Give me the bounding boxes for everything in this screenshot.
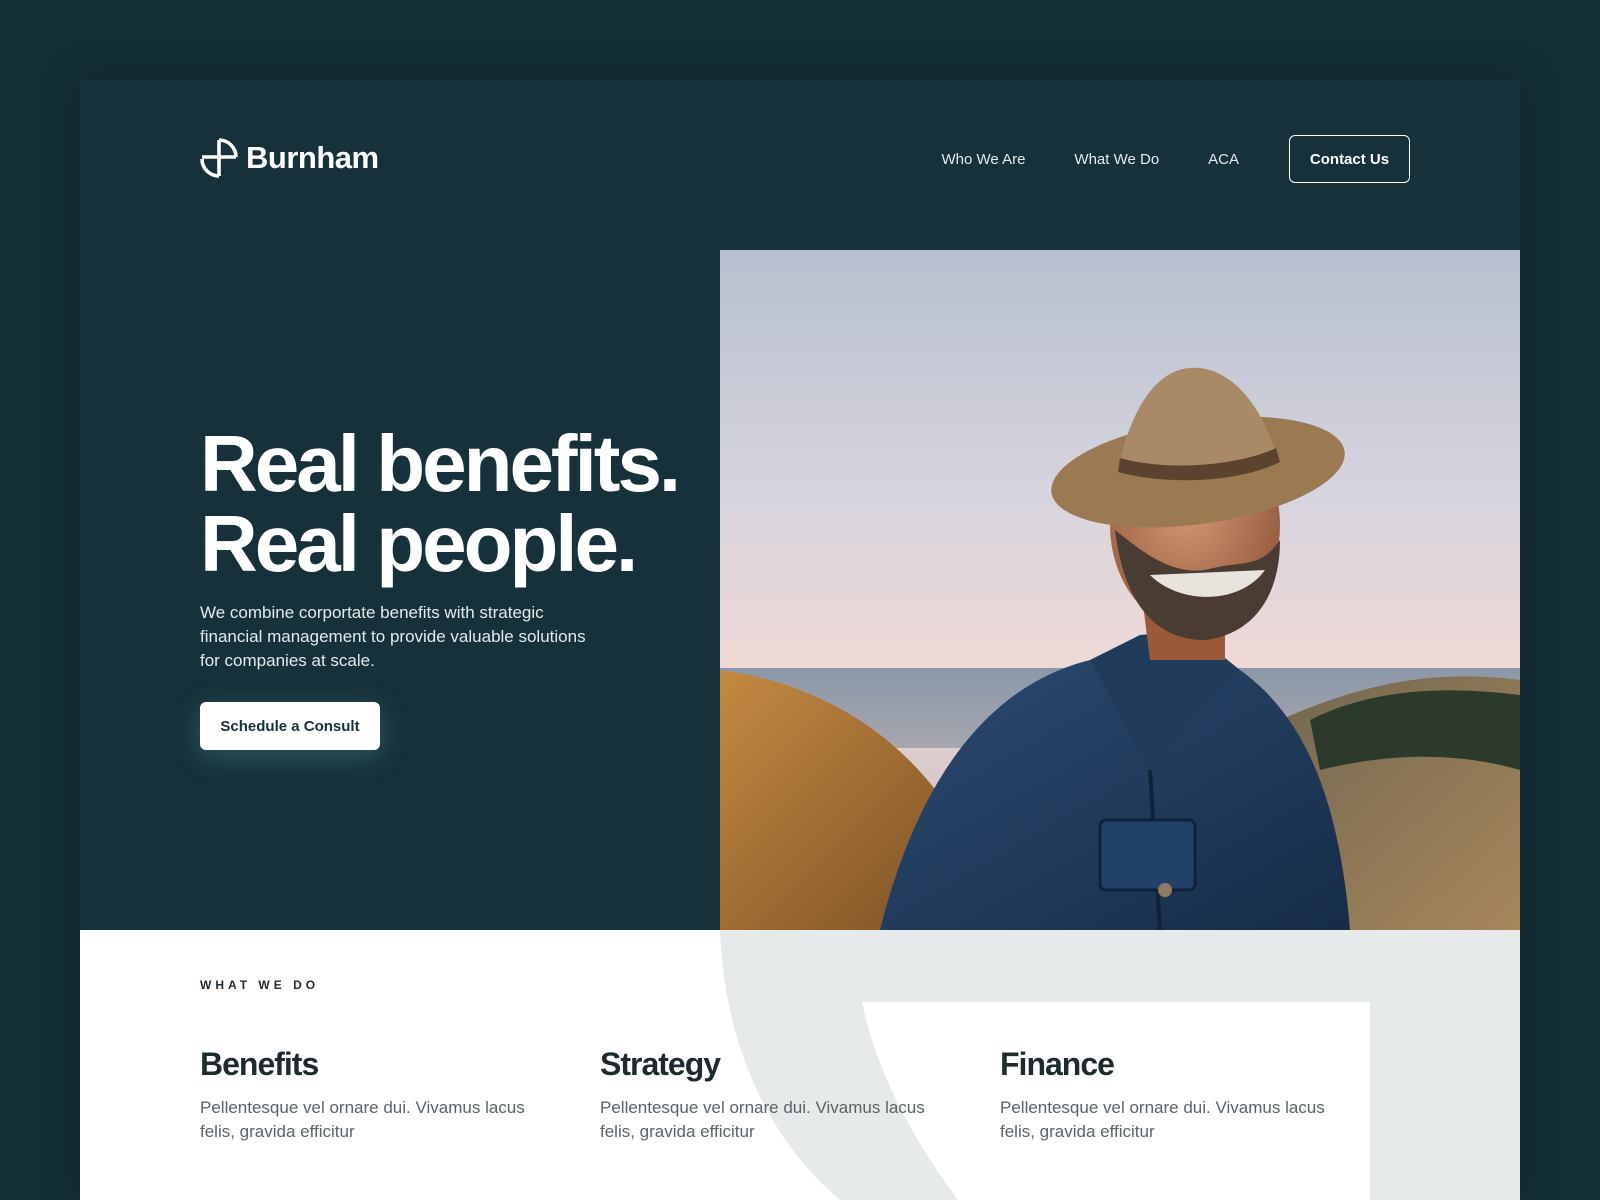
- service-title: Benefits: [200, 1046, 319, 1082]
- schedule-consult-button[interactable]: Schedule a Consult: [200, 702, 380, 750]
- contact-us-button[interactable]: Contact Us: [1289, 135, 1410, 183]
- service-benefits[interactable]: Benefits Pellentesque vel ornare dui. Vi…: [200, 1046, 540, 1144]
- brand-name: Burnham: [246, 140, 379, 175]
- hero-photo: [720, 250, 1520, 930]
- nav-link-who-we-are[interactable]: Who We Are: [941, 151, 1025, 168]
- service-finance[interactable]: Finance Pellentesque vel ornare dui. Viv…: [1000, 1046, 1340, 1144]
- hero-section: Burnham Who We Are What We Do ACA Contac…: [80, 80, 1520, 930]
- site-frame: Burnham Who We Are What We Do ACA Contac…: [80, 80, 1520, 1200]
- brand-logo[interactable]: Burnham: [200, 138, 379, 178]
- what-we-do-section: WHAT WE DO Benefits Pellentesque vel orn…: [80, 930, 1520, 1200]
- service-text: Pellentesque vel ornare dui. Vivamus lac…: [600, 1098, 925, 1141]
- hero-headline-line-2: Real people.: [200, 499, 638, 588]
- hero-subtext: We combine corportate benefits with stra…: [200, 603, 586, 670]
- service-title: Finance: [1000, 1046, 1115, 1082]
- section-label: WHAT WE DO: [200, 978, 320, 992]
- service-text: Pellentesque vel ornare dui. Vivamus lac…: [1000, 1098, 1325, 1141]
- service-title: Strategy: [600, 1046, 721, 1082]
- service-text: Pellentesque vel ornare dui. Vivamus lac…: [200, 1098, 525, 1141]
- nav-link-aca[interactable]: ACA: [1208, 151, 1239, 168]
- main-nav: Who We Are What We Do ACA Contact Us: [892, 135, 1410, 183]
- hero-headline-line-1: Real benefits.: [200, 419, 681, 508]
- service-strategy[interactable]: Strategy Pellentesque vel ornare dui. Vi…: [600, 1046, 940, 1144]
- hero-headline: Real benefits. Real people.: [200, 424, 760, 584]
- nav-link-what-we-do[interactable]: What We Do: [1074, 151, 1159, 168]
- burnham-logo-mark-icon: [200, 138, 238, 178]
